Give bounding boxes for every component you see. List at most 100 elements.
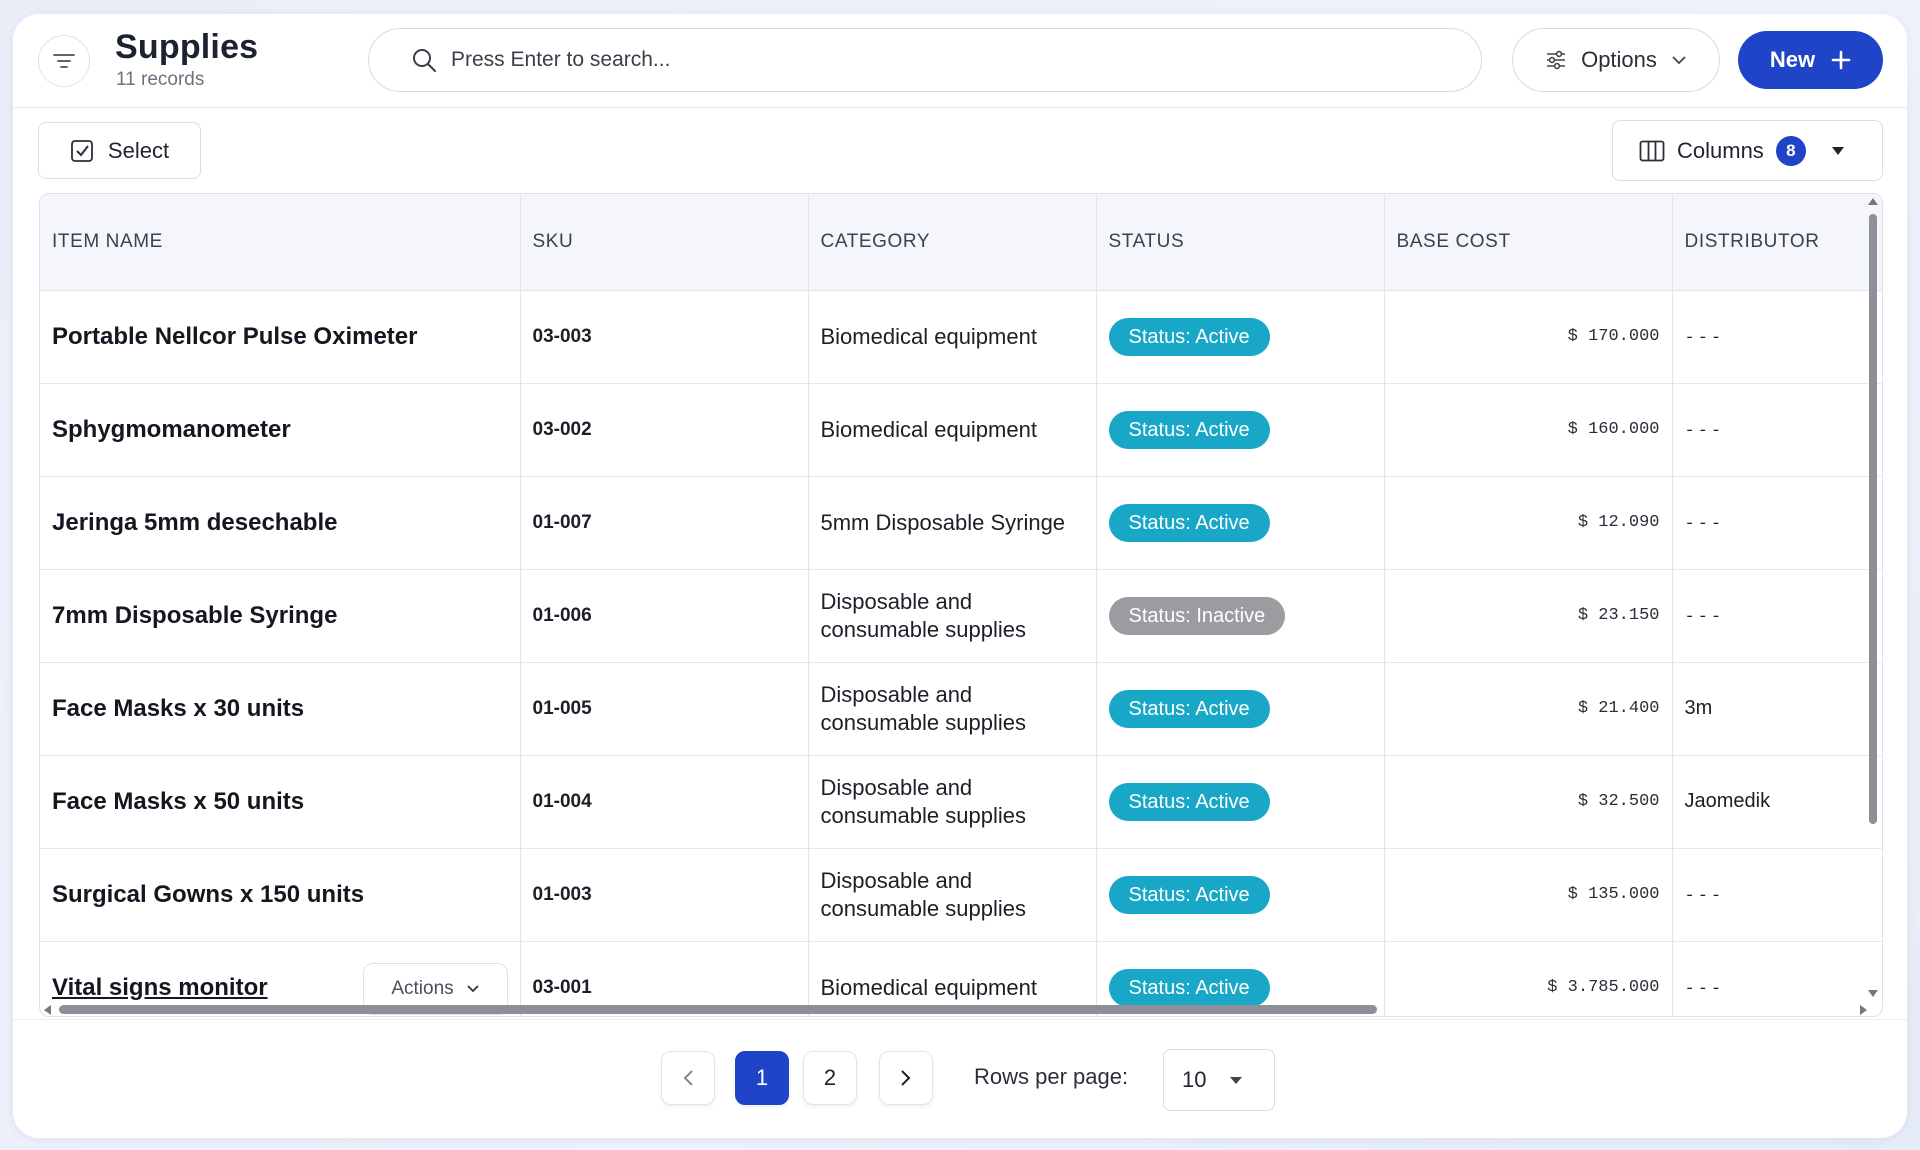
record-count: 11 records bbox=[116, 69, 205, 90]
distributor-value: --- bbox=[1684, 329, 1725, 348]
columns-button[interactable]: Columns 8 bbox=[1612, 120, 1883, 181]
category-cell: Disposable and consumable supplies bbox=[808, 755, 1097, 849]
checkbox-icon bbox=[71, 139, 93, 162]
status-badge: Status: Active bbox=[1108, 875, 1270, 914]
page-button-2[interactable]: 2 bbox=[803, 1051, 857, 1105]
column-header-base-cost[interactable]: BASE COST bbox=[1384, 194, 1673, 291]
category-cell: Disposable and consumable supplies bbox=[808, 848, 1097, 942]
column-header-sku[interactable]: SKU bbox=[520, 194, 809, 291]
select-button[interactable]: Select bbox=[38, 122, 201, 179]
table-row[interactable]: Face Masks x 30 units 01-005 Disposable … bbox=[40, 662, 1882, 756]
chevron-right-icon bbox=[901, 1070, 911, 1086]
base-cost-cell: $ 23.150 bbox=[1384, 569, 1673, 663]
filter-button[interactable] bbox=[38, 35, 90, 87]
status-badge: Status: Active bbox=[1108, 968, 1270, 1007]
item-name-link[interactable]: Vital signs monitor bbox=[52, 974, 268, 1001]
scroll-down-arrow[interactable] bbox=[1868, 990, 1878, 997]
table-row[interactable]: Portable Nellcor Pulse Oximeter 03-003 B… bbox=[40, 290, 1882, 384]
base-cost-cell: $ 21.400 bbox=[1384, 662, 1673, 756]
status-cell: Status: Inactive bbox=[1096, 569, 1385, 663]
rows-per-page-value: 10 bbox=[1182, 1067, 1207, 1092]
actions-label: Actions bbox=[391, 977, 454, 999]
sku-cell: 01-007 bbox=[520, 476, 809, 570]
sku-cell: 01-006 bbox=[520, 569, 809, 663]
base-cost-cell: $ 170.000 bbox=[1384, 290, 1673, 384]
sku-cell: 01-003 bbox=[520, 848, 809, 942]
rows-per-page-label: Rows per page: bbox=[974, 1064, 1129, 1089]
item-name-cell[interactable]: Face Masks x 50 units bbox=[40, 755, 521, 849]
new-button[interactable]: New bbox=[1738, 31, 1883, 89]
base-cost-cell: $ 12.090 bbox=[1384, 476, 1673, 570]
item-name-cell[interactable]: Face Masks x 30 units bbox=[40, 662, 521, 756]
sku-cell: 01-005 bbox=[520, 662, 809, 756]
status-cell: Status: Active bbox=[1096, 755, 1385, 849]
item-name-cell[interactable]: Portable Nellcor Pulse Oximeter bbox=[40, 290, 521, 384]
distributor-value: --- bbox=[1684, 515, 1725, 534]
search-box[interactable] bbox=[368, 28, 1482, 92]
columns-label: Columns bbox=[1677, 137, 1764, 163]
column-header-category[interactable]: CATEGORY bbox=[808, 194, 1097, 291]
status-badge: Status: Active bbox=[1108, 410, 1270, 449]
distributor-cell: --- bbox=[1672, 569, 1882, 663]
horizontal-scrollbar[interactable] bbox=[59, 1005, 1377, 1014]
table-header-row: ITEM NAME SKU CATEGORY STATUS BASE COST … bbox=[40, 194, 1882, 291]
category-cell: Biomedical equipment bbox=[808, 290, 1097, 384]
search-icon bbox=[413, 49, 436, 72]
column-header-distributor[interactable]: DISTRIBUTOR bbox=[1672, 194, 1882, 291]
table-row[interactable]: Sphygmomanometer 03-002 Biomedical equip… bbox=[40, 383, 1882, 477]
search-input[interactable] bbox=[451, 48, 1351, 72]
prev-page-button[interactable] bbox=[661, 1051, 715, 1105]
next-page-button[interactable] bbox=[879, 1051, 933, 1105]
distributor-cell: --- bbox=[1672, 290, 1882, 384]
base-cost-cell: $ 135.000 bbox=[1384, 848, 1673, 942]
options-label: Options bbox=[1581, 47, 1657, 72]
table-row[interactable]: Surgical Gowns x 150 units 01-003 Dispos… bbox=[40, 848, 1882, 942]
vertical-scrollbar[interactable] bbox=[1869, 214, 1877, 824]
sku-cell: 03-002 bbox=[520, 383, 809, 477]
table-row[interactable]: 7mm Disposable Syringe 01-006 Disposable… bbox=[40, 569, 1882, 663]
supplies-table: ITEM NAME SKU CATEGORY STATUS BASE COST … bbox=[39, 193, 1883, 1017]
distributor-cell: Jaomedik bbox=[1672, 755, 1882, 849]
scroll-left-arrow[interactable] bbox=[44, 1005, 51, 1015]
sku-cell: 03-003 bbox=[520, 290, 809, 384]
scroll-up-arrow[interactable] bbox=[1868, 198, 1878, 205]
distributor-value: --- bbox=[1684, 422, 1725, 441]
item-name-cell[interactable]: Sphygmomanometer bbox=[40, 383, 521, 477]
status-badge: Status: Active bbox=[1108, 689, 1270, 728]
table-row[interactable]: Face Masks x 50 units 01-004 Disposable … bbox=[40, 755, 1882, 849]
distributor-cell: --- bbox=[1672, 941, 1882, 1016]
status-badge: Status: Active bbox=[1108, 782, 1270, 821]
distributor-cell: --- bbox=[1672, 476, 1882, 570]
columns-icon bbox=[1639, 140, 1665, 161]
table-row[interactable]: Jeringa 5mm desechable 01-007 5mm Dispos… bbox=[40, 476, 1882, 570]
supplies-card: Supplies 11 records Options bbox=[13, 14, 1907, 1138]
select-label: Select bbox=[107, 137, 170, 163]
item-name-cell[interactable]: Surgical Gowns x 150 units bbox=[40, 848, 521, 942]
rows-per-page-select[interactable]: 10 bbox=[1163, 1049, 1275, 1111]
caret-down-icon bbox=[1230, 1077, 1243, 1084]
chevron-left-icon bbox=[683, 1070, 693, 1086]
options-button[interactable]: Options bbox=[1512, 28, 1720, 92]
item-name-cell[interactable]: 7mm Disposable Syringe bbox=[40, 569, 521, 663]
page-title: Supplies bbox=[115, 28, 259, 66]
category-cell: Disposable and consumable supplies bbox=[808, 569, 1097, 663]
page-button-1[interactable]: 1 bbox=[735, 1051, 789, 1105]
caret-down-icon bbox=[1831, 146, 1844, 155]
category-cell: Biomedical equipment bbox=[808, 383, 1097, 477]
item-name-cell[interactable]: Jeringa 5mm desechable bbox=[40, 476, 521, 570]
column-header-item-name[interactable]: ITEM NAME bbox=[40, 194, 521, 291]
scroll-right-arrow[interactable] bbox=[1860, 1005, 1867, 1015]
plus-icon bbox=[1831, 50, 1851, 70]
sliders-icon bbox=[1547, 50, 1566, 70]
sku-cell: 01-004 bbox=[520, 755, 809, 849]
distributor-value: --- bbox=[1684, 887, 1725, 906]
status-badge: Status: Active bbox=[1108, 317, 1270, 356]
distributor-cell: 3m bbox=[1672, 662, 1882, 756]
column-header-status[interactable]: STATUS bbox=[1096, 194, 1385, 291]
distributor-value: --- bbox=[1684, 980, 1725, 999]
chevron-down-icon bbox=[467, 985, 479, 993]
chevron-down-icon bbox=[1672, 56, 1686, 65]
base-cost-cell: $ 160.000 bbox=[1384, 383, 1673, 477]
status-cell: Status: Active bbox=[1096, 383, 1385, 477]
status-cell: Status: Active bbox=[1096, 662, 1385, 756]
